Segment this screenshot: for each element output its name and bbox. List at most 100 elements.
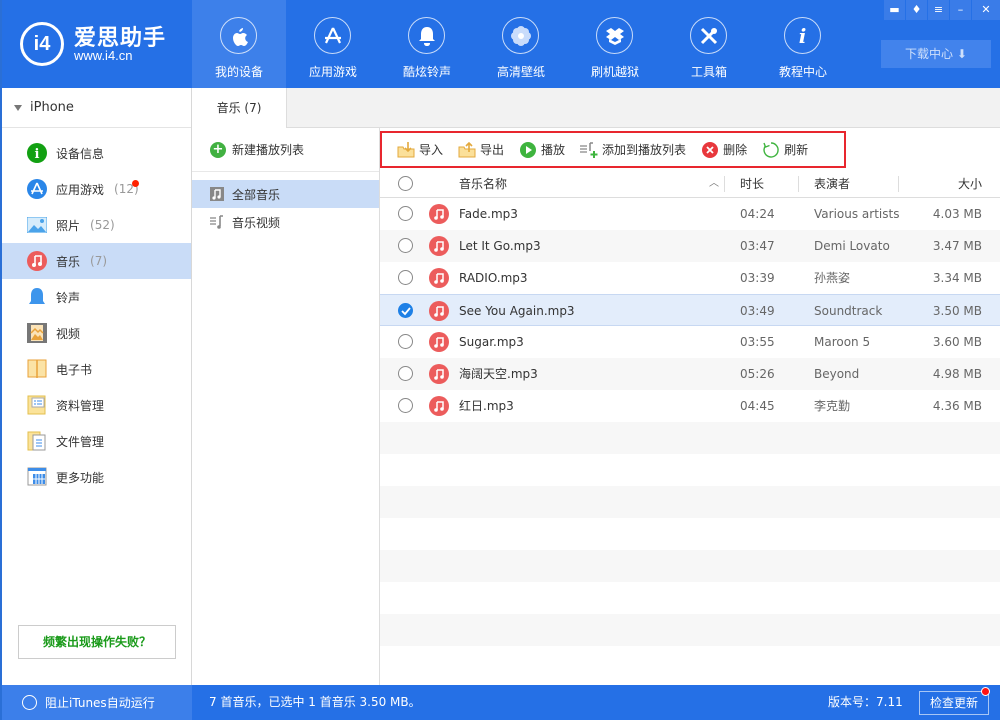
song-size: 4.03 MB [932, 207, 982, 221]
sidebar-item-count: (7) [90, 254, 108, 268]
sort-ascending-icon[interactable]: ︿ [709, 170, 719, 198]
song-duration: 03:47 [740, 239, 775, 253]
playlist-music-video[interactable]: 音乐视频 [192, 208, 379, 236]
notification-badge [132, 180, 139, 187]
column-divider[interactable] [898, 176, 899, 192]
app-window: i4 爱思助手 www.i4.cn 我的设备 应用游戏 酷炫铃声 高清壁纸 刷机… [0, 0, 1000, 720]
box-icon [596, 17, 633, 54]
row-checkbox[interactable] [398, 238, 413, 253]
row-checkbox[interactable] [398, 334, 413, 349]
refresh-button[interactable]: 刷新 [762, 141, 808, 159]
book-icon [26, 358, 48, 380]
sidebar-item-videos[interactable]: 视频 [2, 315, 191, 351]
column-divider[interactable] [724, 176, 725, 192]
music-file-icon [429, 301, 449, 321]
device-name: iPhone [30, 100, 74, 115]
check-update-button[interactable]: 检查更新 [919, 691, 989, 715]
table-row[interactable]: Sugar.mp3 03:55 Maroon 5 3.60 MB [380, 326, 1000, 358]
empty-row [380, 646, 1000, 678]
column-header-duration[interactable]: 时长 [740, 170, 764, 198]
table-row[interactable]: Fade.mp3 04:24 Various artists 4.03 MB [380, 198, 1000, 230]
nav-wallpapers[interactable]: 高清壁纸 [474, 0, 568, 88]
column-header-size[interactable]: 大小 [958, 170, 982, 198]
select-all-checkbox[interactable] [398, 176, 413, 191]
nav-ringtones[interactable]: 酷炫铃声 [380, 0, 474, 88]
row-checkbox[interactable] [398, 270, 413, 285]
song-duration: 05:26 [740, 367, 775, 381]
nav-label: 应用游戏 [308, 65, 357, 79]
update-badge [981, 687, 990, 696]
table-row[interactable]: Let It Go.mp3 03:47 Demi Lovato 3.47 MB [380, 230, 1000, 262]
nav-tutorials[interactable]: i 教程中心 [756, 0, 850, 88]
export-label: 导出 [480, 143, 505, 157]
column-header-artist[interactable]: 表演者 [814, 170, 850, 198]
music-file-icon [429, 364, 449, 384]
song-name: 海阔天空.mp3 [459, 367, 538, 381]
music-toolbar: 导入 导出 播放 添加到播放列表 删除 刷新 [380, 131, 846, 168]
skin-icon[interactable]: ♦ [906, 0, 927, 20]
table-row[interactable]: RADIO.mp3 03:39 孙燕姿 3.34 MB [380, 262, 1000, 294]
radio-icon [22, 695, 37, 710]
song-artist: Various artists [814, 207, 900, 221]
sidebar-item-file-management[interactable]: 文件管理 [2, 423, 191, 459]
nav-toolbox[interactable]: 工具箱 [662, 0, 756, 88]
row-checkbox[interactable] [398, 206, 413, 221]
sidebar-item-label: 照片 [56, 218, 81, 233]
sidebar-item-label: 设备信息 [56, 146, 105, 161]
status-bar: 阻止iTunes自动运行 7 首音乐，已选中 1 首音乐 3.50 MB。 版本… [2, 685, 1000, 720]
operation-failure-help-button[interactable]: 频繁出现操作失败？ [18, 625, 176, 659]
playlist-all-music[interactable]: 全部音乐 [192, 180, 379, 208]
nav-flash-jailbreak[interactable]: 刷机越狱 [568, 0, 662, 88]
song-size: 4.36 MB [932, 399, 982, 413]
nav-label: 教程中心 [778, 65, 827, 79]
column-divider[interactable] [798, 176, 799, 192]
row-checkbox[interactable] [398, 366, 413, 381]
music-icon [26, 250, 48, 272]
device-selector[interactable]: iPhone [2, 88, 191, 128]
new-playlist-button[interactable]: + 新建播放列表 [192, 128, 379, 172]
close-icon[interactable]: ✕ [972, 0, 1000, 20]
empty-row [380, 422, 1000, 454]
minimize-icon[interactable]: – [950, 0, 971, 20]
nav-my-device[interactable]: 我的设备 [192, 0, 286, 88]
menu-icon[interactable]: ≡ [928, 0, 949, 20]
play-button[interactable]: 播放 [519, 141, 565, 159]
tab-music[interactable]: 音乐 (7) [192, 88, 287, 129]
sidebar-item-music[interactable]: 音乐 (7) [2, 243, 191, 279]
play-label: 播放 [541, 143, 566, 157]
sidebar-item-data-management[interactable]: 资料管理 [2, 387, 191, 423]
sidebar-item-ringtones[interactable]: 铃声 [2, 279, 191, 315]
bell-icon [26, 286, 48, 308]
logo: i4 爱思助手 www.i4.cn [20, 20, 190, 68]
itunes-autorun-toggle[interactable]: 阻止iTunes自动运行 [2, 685, 192, 720]
row-checkbox[interactable] [398, 398, 413, 413]
video-icon [26, 322, 48, 344]
sidebar-item-apps[interactable]: 应用游戏 (12) [2, 171, 191, 207]
music-file-icon [429, 396, 449, 416]
export-button[interactable]: 导出 [458, 141, 504, 159]
song-artist: 孙燕姿 [814, 271, 851, 285]
info-icon: i [26, 142, 48, 164]
table-row[interactable]: 红日.mp3 04:45 李克勤 4.36 MB [380, 390, 1000, 422]
delete-button[interactable]: 删除 [701, 141, 747, 159]
column-header-name[interactable]: 音乐名称 [459, 170, 507, 198]
sidebar-item-label: 更多功能 [56, 470, 105, 485]
nav-label: 工具箱 [690, 65, 727, 79]
table-row[interactable]: See You Again.mp3 03:49 Soundtrack 3.50 MB [380, 294, 1000, 326]
playlist-panel: + 新建播放列表 全部音乐 音乐视频 [192, 128, 380, 685]
sidebar-item-more-features[interactable]: 更多功能 [2, 459, 191, 495]
version-label: 版本号：7.11 [828, 695, 903, 709]
song-artist: Beyond [814, 367, 860, 381]
sidebar-item-device-info[interactable]: i 设备信息 [2, 135, 191, 171]
download-center-button[interactable]: 下载中心 ⬇ [881, 40, 991, 68]
nav-apps-games[interactable]: 应用游戏 [286, 0, 380, 88]
sidebar-item-photos[interactable]: 照片 (52) [2, 207, 191, 243]
row-checkbox[interactable] [398, 303, 413, 318]
feedback-icon[interactable]: ▬ [884, 0, 905, 20]
sidebar-item-ebooks[interactable]: 电子书 [2, 351, 191, 387]
add-to-playlist-button[interactable]: 添加到播放列表 [580, 141, 686, 159]
table-row[interactable]: 海阔天空.mp3 05:26 Beyond 4.98 MB [380, 358, 1000, 390]
import-button[interactable]: 导入 [397, 141, 443, 159]
play-icon [519, 141, 537, 159]
app-store-icon [26, 178, 48, 200]
